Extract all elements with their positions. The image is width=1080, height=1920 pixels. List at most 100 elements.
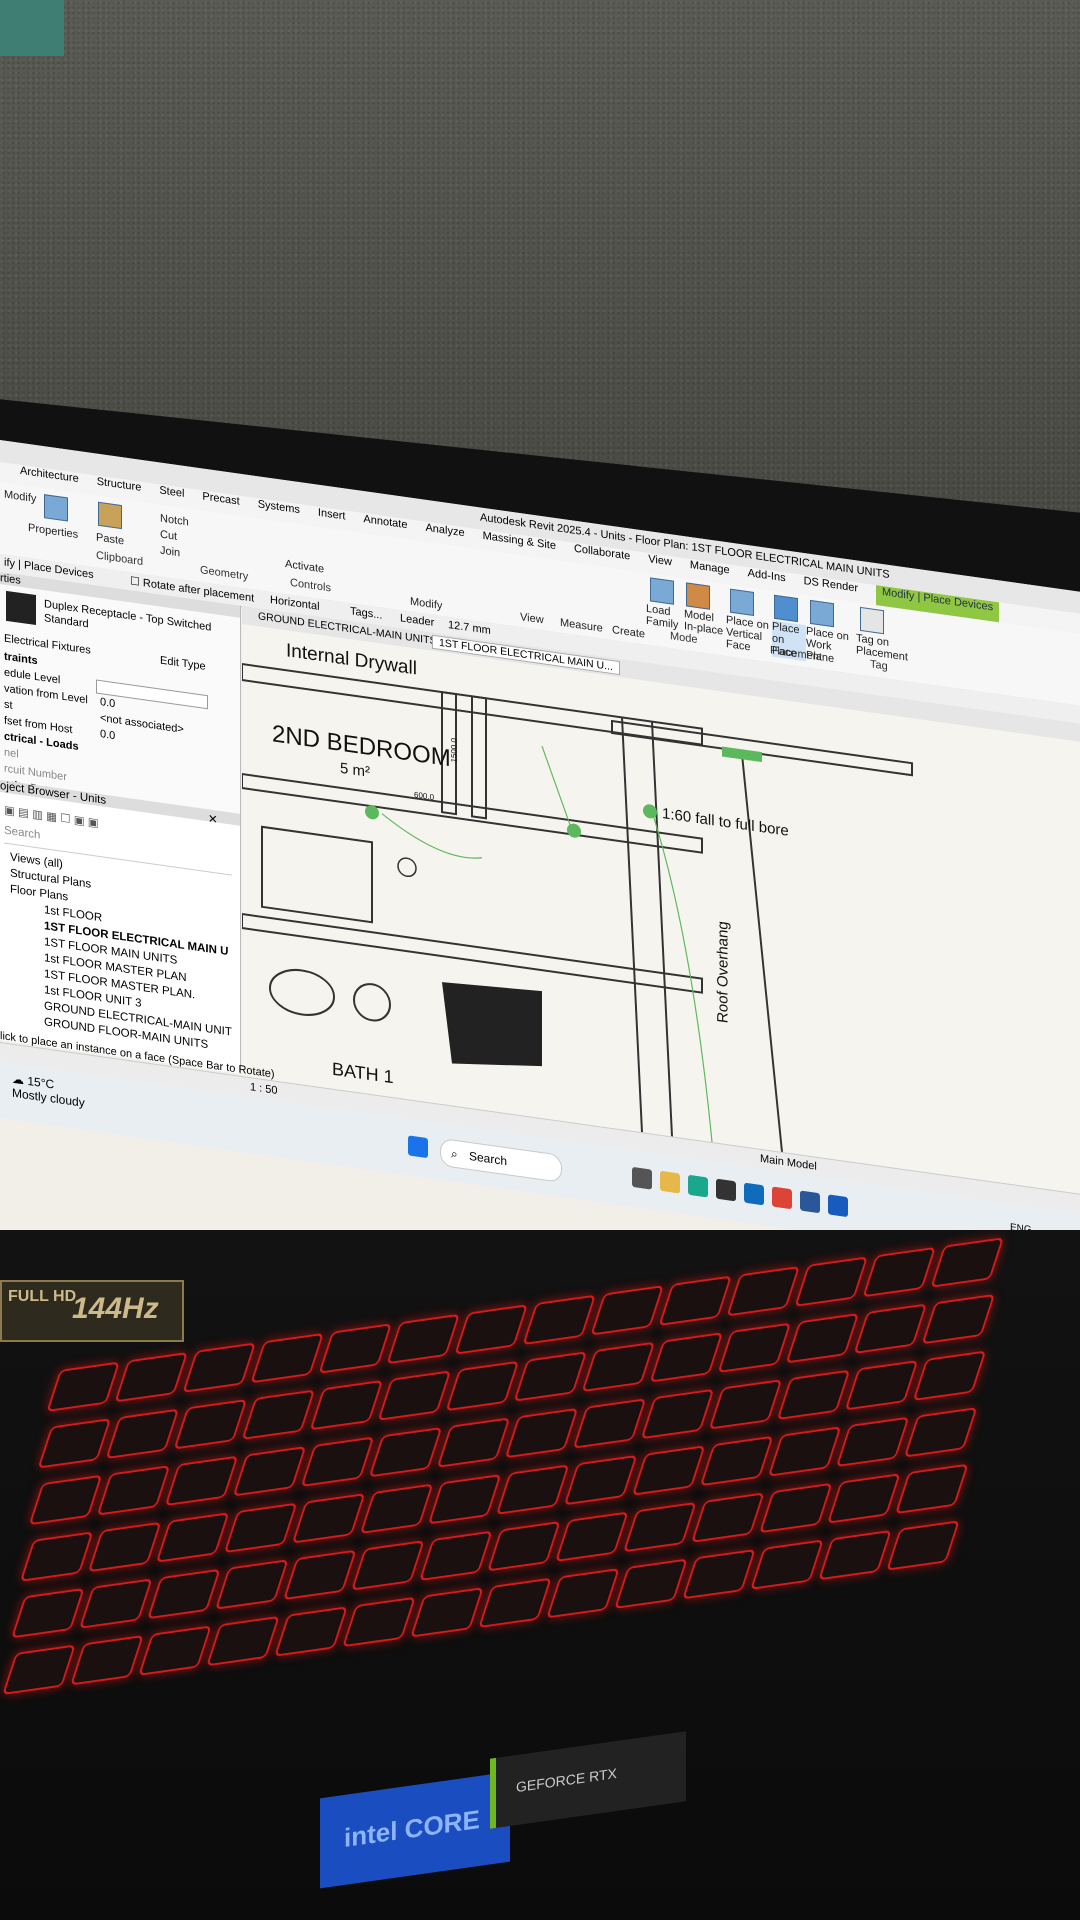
keyboard-key[interactable] bbox=[640, 1388, 715, 1440]
keyboard-key[interactable] bbox=[427, 1474, 502, 1525]
keyboard-key[interactable] bbox=[342, 1596, 416, 1648]
keyboard-key[interactable] bbox=[486, 1521, 561, 1572]
keyboard-key[interactable] bbox=[495, 1464, 570, 1515]
chrome-icon[interactable] bbox=[772, 1186, 792, 1210]
keyboard-key[interactable] bbox=[758, 1482, 833, 1534]
leader-checkbox[interactable]: Leader bbox=[400, 612, 434, 629]
elevation-value[interactable]: 0.0 bbox=[100, 696, 115, 710]
keyboard-key[interactable] bbox=[377, 1370, 452, 1421]
keyboard-key[interactable] bbox=[699, 1435, 774, 1487]
keyboard-key[interactable] bbox=[70, 1634, 144, 1686]
keyboard-key[interactable] bbox=[418, 1530, 493, 1582]
keyboard-key[interactable] bbox=[223, 1502, 298, 1554]
notch-button[interactable]: Notch bbox=[160, 512, 189, 528]
place-vertical-face-button[interactable]: Place on Vertical Face bbox=[726, 614, 770, 656]
keyboard-key[interactable] bbox=[445, 1360, 520, 1412]
keyboard-key[interactable] bbox=[546, 1568, 620, 1619]
keyboard-key[interactable] bbox=[682, 1548, 756, 1600]
task-view-icon[interactable] bbox=[632, 1166, 652, 1190]
keyboard-key[interactable] bbox=[717, 1322, 792, 1374]
keyboard-key[interactable] bbox=[581, 1341, 656, 1393]
browser-search-input[interactable]: Search bbox=[4, 824, 232, 876]
view-scale[interactable]: 1 : 50 bbox=[250, 1081, 278, 1097]
keyboard-key[interactable] bbox=[300, 1436, 375, 1487]
file-explorer-icon[interactable] bbox=[660, 1170, 680, 1194]
keyboard-key[interactable] bbox=[614, 1558, 688, 1609]
close-icon[interactable]: ✕ bbox=[208, 811, 218, 826]
keyboard-key[interactable] bbox=[10, 1587, 85, 1639]
keyboard-key[interactable] bbox=[767, 1426, 842, 1477]
keyboard-key[interactable] bbox=[631, 1445, 706, 1496]
keyboard-key[interactable] bbox=[921, 1293, 996, 1345]
keyboard-key[interactable] bbox=[894, 1463, 969, 1515]
join-button[interactable]: Join bbox=[160, 544, 180, 559]
word-icon[interactable] bbox=[800, 1190, 820, 1214]
keyboard-key[interactable] bbox=[173, 1399, 248, 1450]
store-icon[interactable] bbox=[716, 1178, 736, 1202]
edit-type-button[interactable]: Edit Type bbox=[160, 654, 206, 672]
keyboard-key[interactable] bbox=[146, 1568, 221, 1620]
keyboard-key[interactable] bbox=[350, 1540, 425, 1591]
tags-button[interactable]: Tags... bbox=[350, 605, 382, 622]
modify-button[interactable]: Modify bbox=[4, 489, 36, 506]
edge-icon[interactable] bbox=[688, 1174, 708, 1198]
paste-button[interactable]: Paste bbox=[96, 531, 124, 547]
keyboard-key[interactable] bbox=[105, 1408, 180, 1460]
keyboard-key[interactable] bbox=[78, 1578, 153, 1629]
properties-button[interactable]: Properties bbox=[28, 522, 78, 541]
keyboard-key[interactable] bbox=[28, 1474, 103, 1526]
keyboard-key[interactable] bbox=[844, 1360, 919, 1411]
keyboard-key[interactable] bbox=[232, 1446, 307, 1497]
keyboard-key[interactable] bbox=[572, 1398, 647, 1449]
keyboard-key[interactable] bbox=[776, 1369, 851, 1421]
revit-icon[interactable] bbox=[828, 1194, 848, 1218]
keyboard-key[interactable] bbox=[274, 1606, 348, 1657]
keyboard-key[interactable] bbox=[563, 1454, 638, 1506]
keyboard-key[interactable] bbox=[478, 1577, 552, 1629]
keyboard-key[interactable] bbox=[368, 1426, 443, 1478]
keyboard-key[interactable] bbox=[818, 1529, 892, 1581]
keyboard-key[interactable] bbox=[750, 1539, 824, 1590]
offset-value[interactable]: 0.0 bbox=[100, 728, 115, 742]
keyboard-key[interactable] bbox=[410, 1587, 484, 1638]
keyboard-key[interactable] bbox=[282, 1549, 357, 1601]
keyboard-key[interactable] bbox=[96, 1465, 171, 1516]
keyboard-key[interactable] bbox=[835, 1416, 910, 1468]
keyboard-key[interactable] bbox=[359, 1483, 434, 1534]
windows-start-icon[interactable] bbox=[408, 1135, 428, 1159]
keyboard-key[interactable] bbox=[785, 1313, 860, 1364]
keyboard-key[interactable] bbox=[504, 1407, 579, 1459]
keyboard-key[interactable] bbox=[513, 1351, 588, 1402]
keyboard-key[interactable] bbox=[138, 1625, 212, 1676]
load-family-button[interactable]: Load Family bbox=[646, 603, 680, 632]
keyboard-key[interactable] bbox=[164, 1455, 239, 1507]
keyboard-key[interactable] bbox=[886, 1520, 960, 1571]
tag-on-placement-button[interactable]: Tag on Placement bbox=[856, 632, 908, 663]
keyboard-key[interactable] bbox=[19, 1531, 94, 1582]
keyboard-key[interactable] bbox=[241, 1389, 316, 1440]
keyboard-key[interactable] bbox=[87, 1521, 162, 1573]
weather-widget[interactable]: ☁ 15°C Mostly cloudy bbox=[12, 1072, 85, 1110]
constraints-group[interactable]: traints bbox=[4, 651, 38, 668]
keyboard-key[interactable] bbox=[903, 1407, 978, 1458]
keyboard-key[interactable] bbox=[214, 1559, 289, 1610]
keyboard-key[interactable] bbox=[436, 1417, 511, 1468]
outlook-icon[interactable] bbox=[744, 1182, 764, 1206]
keyboard-key[interactable] bbox=[291, 1493, 366, 1544]
keyboard-key[interactable] bbox=[622, 1501, 697, 1553]
taskbar-search[interactable]: ⌕ Search bbox=[440, 1137, 562, 1183]
activate-button[interactable]: Activate bbox=[285, 558, 324, 576]
keyboard-key[interactable] bbox=[853, 1303, 928, 1354]
leader-length-input[interactable]: 12.7 mm bbox=[448, 619, 491, 637]
keyboard-key[interactable] bbox=[554, 1511, 629, 1562]
keyboard-key[interactable] bbox=[206, 1615, 280, 1667]
keyboard-key[interactable] bbox=[2, 1644, 76, 1695]
keyboard-key[interactable] bbox=[912, 1350, 987, 1401]
keyboard-key[interactable] bbox=[826, 1473, 901, 1524]
keyboard-key[interactable] bbox=[708, 1379, 783, 1430]
keyboard-key[interactable] bbox=[309, 1379, 384, 1431]
keyboard-key[interactable] bbox=[649, 1332, 724, 1383]
keyboard-key[interactable] bbox=[155, 1512, 230, 1563]
keyboard-key[interactable] bbox=[37, 1418, 112, 1469]
keyboard-key[interactable] bbox=[690, 1492, 765, 1543]
